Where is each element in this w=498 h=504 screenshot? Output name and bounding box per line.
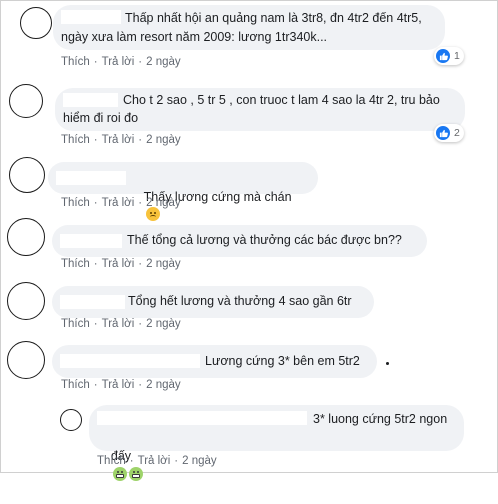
comment-text: Tổng hết lương và thưởng 4 sao gần 6tr [128, 294, 352, 308]
comment-actions: Thích · Trả lời · 2 ngày [61, 56, 181, 68]
grimace-face-icon [112, 467, 127, 481]
separator: · [138, 56, 143, 68]
timestamp[interactable]: 2 ngày [146, 197, 181, 209]
avatar[interactable] [7, 341, 45, 379]
avatar[interactable] [7, 282, 45, 320]
separator: · [138, 258, 143, 270]
comment-actions: Thích · Trả lời · 2 ngày [61, 134, 181, 146]
reply-link[interactable]: Trả lời [102, 318, 135, 330]
like-link[interactable]: Thích [61, 134, 90, 146]
comment-text: hiểm đi roi đo [63, 111, 139, 125]
reply-actions: Thích · Trả lời · 2 ngày [97, 455, 217, 467]
reaction-number: 2 [454, 127, 460, 139]
comment-actions: Thích · Trả lời · 2 ngày [61, 258, 181, 270]
timestamp[interactable]: 2 ngày [146, 56, 181, 68]
comment-text: Thấp nhất hội an quảng nam là 3tr8, đn 4… [125, 11, 422, 25]
comment-bubble: Lương cứng 3* bên em 5tr2 [52, 345, 377, 378]
separator: · [129, 455, 134, 467]
separator: · [93, 258, 98, 270]
separator: · [138, 134, 143, 146]
grimace-face-icon [128, 467, 143, 481]
redacted-author-name [60, 354, 200, 368]
timestamp[interactable]: 2 ngày [146, 379, 181, 391]
reply-link[interactable]: Trả lời [102, 56, 135, 68]
avatar[interactable] [9, 84, 43, 118]
like-link[interactable]: Thích [61, 197, 90, 209]
comment-bubble: Thấy lương cứng mà chán [48, 162, 318, 221]
comment-bubble: Thấp nhất hội an quảng nam là 3tr8, đn 4… [53, 5, 445, 50]
redacted-author-name [61, 10, 121, 24]
reply-text: 3* luong cứng 5tr2 ngon [313, 412, 448, 426]
like-link[interactable]: Thích [61, 258, 90, 270]
stray-dot [386, 362, 389, 365]
comment-text: Lương cứng 3* bên em 5tr2 [205, 354, 360, 368]
reaction-count[interactable]: 2 [434, 124, 464, 142]
redacted-author-name [97, 411, 307, 425]
avatar[interactable] [7, 218, 45, 256]
reply-link[interactable]: Trả lời [102, 134, 135, 146]
comment-actions: Thích · Trả lời · 2 ngày [61, 318, 181, 330]
redacted-author-name [63, 93, 118, 107]
separator: · [138, 379, 143, 391]
separator: · [93, 134, 98, 146]
like-link[interactable]: Thích [61, 379, 90, 391]
redacted-author-name [60, 234, 122, 248]
comment-text: Cho t 2 sao , 5 tr 5 , con truoc t lam 4… [123, 93, 440, 107]
reaction-count[interactable]: 1 [434, 47, 464, 65]
timestamp[interactable]: 2 ngày [146, 134, 181, 146]
like-link[interactable]: Thích [61, 318, 90, 330]
sad-face-icon [145, 207, 160, 221]
avatar[interactable] [9, 157, 45, 193]
like-reaction-icon [436, 49, 450, 63]
comment-actions: Thích · Trả lời · 2 ngày [61, 197, 181, 209]
separator: · [93, 197, 98, 209]
comment-bubble: Tổng hết lương và thưởng 4 sao gần 6tr [52, 286, 374, 318]
separator: · [93, 379, 98, 391]
separator: · [93, 56, 98, 68]
reply-link[interactable]: Trả lời [138, 455, 171, 467]
reply-link[interactable]: Trả lời [102, 258, 135, 270]
like-reaction-icon [436, 126, 450, 140]
separator: · [138, 318, 143, 330]
reply-link[interactable]: Trả lời [102, 197, 135, 209]
comment-bubble: Cho t 2 sao , 5 tr 5 , con truoc t lam 4… [55, 88, 465, 131]
reply-link[interactable]: Trả lời [102, 379, 135, 391]
reply-bubble: 3* luong cứng 5tr2 ngon đấy [89, 405, 464, 481]
redacted-author-name [56, 171, 126, 185]
timestamp[interactable]: 2 ngày [146, 318, 181, 330]
reaction-number: 1 [454, 50, 460, 62]
timestamp[interactable]: 2 ngày [146, 258, 181, 270]
avatar[interactable] [60, 409, 82, 431]
comment-text: Thế tổng cả lương và thưởng các bác được… [127, 233, 402, 247]
comment-bubble: Thế tổng cả lương và thưởng các bác được… [52, 225, 427, 257]
separator: · [174, 455, 179, 467]
like-link[interactable]: Thích [97, 455, 126, 467]
avatar[interactable] [20, 7, 52, 39]
separator: · [138, 197, 143, 209]
timestamp[interactable]: 2 ngày [182, 455, 217, 467]
like-link[interactable]: Thích [61, 56, 90, 68]
comment-text: ngày xưa làm resort năm 2009: lương 1tr3… [61, 30, 328, 44]
separator: · [93, 318, 98, 330]
comment-actions: Thích · Trả lời · 2 ngày [61, 379, 181, 391]
redacted-author-name [60, 295, 125, 309]
